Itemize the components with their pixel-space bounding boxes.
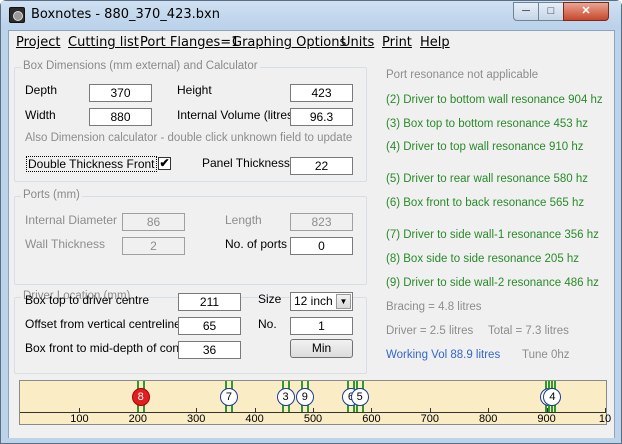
window-title: Boxnotes - 880_370_423.bxn xyxy=(31,7,220,22)
driver-count-field[interactable]: 1 xyxy=(290,317,353,335)
resonance-6: (6) Box front to back resonance 565 hz xyxy=(386,197,585,209)
port-resonance-note: Port resonance not applicable xyxy=(386,69,539,81)
marker-label: 9 xyxy=(295,388,314,406)
menu-help[interactable]: Help xyxy=(420,35,450,50)
marker-label: 5 xyxy=(350,388,369,406)
total-volume: Total = 7.3 litres xyxy=(488,325,569,337)
port-length-field: 823 xyxy=(290,213,353,231)
client-area: Project Cutting list Port Flanges=1 Grap… xyxy=(8,30,615,438)
size-select-value: 12 inch xyxy=(294,294,333,308)
ruler-tick-label: 500 xyxy=(303,413,323,425)
marker-label: 3 xyxy=(276,388,295,406)
ruler-tick-label: 400 xyxy=(245,413,264,425)
front-to-cone-field[interactable]: 36 xyxy=(178,341,241,359)
offset-label: Offset from vertical centreline xyxy=(25,317,181,331)
main-panel: Box Dimensions (mm external) and Calcula… xyxy=(9,53,614,438)
wall-thickness-label: Wall Thickness xyxy=(25,237,106,251)
width-label: Width xyxy=(25,108,56,122)
size-label: Size xyxy=(258,292,282,306)
chevron-down-icon[interactable]: ▼ xyxy=(336,294,351,309)
ports-heading: Ports (mm) xyxy=(21,189,82,201)
resonance-9: (9) Driver to side wall-2 resonance 486 … xyxy=(386,277,599,289)
height-label: Height xyxy=(177,83,212,97)
resonance-marker-4: 4 xyxy=(542,381,562,412)
resonance-marker-8: 8 xyxy=(131,381,151,412)
ruler-tick-label: 600 xyxy=(362,413,381,425)
menu-units[interactable]: Units xyxy=(341,35,374,50)
resonance-marker-3: 3 xyxy=(276,381,296,412)
bracing-volume: Bracing = 4.8 litres xyxy=(386,301,482,313)
maximize-button[interactable]: □ xyxy=(538,2,564,21)
no-label: No. xyxy=(258,317,277,331)
menu-graphing-options[interactable]: Graphing Options xyxy=(232,35,346,50)
resonance-marker-9: 9 xyxy=(295,381,315,412)
internal-volume-field[interactable]: 96.3 xyxy=(290,108,353,126)
ruler-tick-label: 800 xyxy=(479,413,498,425)
resonance-5: (5) Driver to rear wall resonance 580 hz xyxy=(386,173,588,185)
menu-cutting-list[interactable]: Cutting list xyxy=(68,35,139,50)
resonance-3: (3) Box top to bottom resonance 453 hz xyxy=(386,118,589,130)
driver-volume: Driver = 2.5 litres xyxy=(386,325,474,337)
marker-label: 7 xyxy=(219,388,238,406)
top-to-centre-label: Box top to driver centre xyxy=(25,293,150,307)
working-volume: Working Vol 88.9 litres xyxy=(386,349,501,361)
ruler-tick-label: 200 xyxy=(128,413,147,425)
resonance-2: (2) Driver to bottom wall resonance 904 … xyxy=(386,94,603,106)
resonance-8: (8) Box side to side resonance 205 hz xyxy=(386,253,580,265)
depth-label: Depth xyxy=(25,83,58,97)
menu-print[interactable]: Print xyxy=(382,35,412,50)
ruler-tick-label: 700 xyxy=(420,413,439,425)
width-field[interactable]: 880 xyxy=(89,108,152,126)
double-thickness-checkbox[interactable]: ✔ xyxy=(158,157,171,170)
top-to-centre-field[interactable]: 211 xyxy=(178,293,241,311)
min-button[interactable]: Min xyxy=(290,339,353,358)
ruler-tick-label: 900 xyxy=(537,413,556,425)
size-select[interactable]: 12 inch ▼ xyxy=(290,292,353,311)
title-bar[interactable]: Boxnotes - 880_370_423.bxn ─ □ ✕ xyxy=(1,1,621,29)
resonance-marker-5: 5 xyxy=(350,381,370,412)
double-thickness-label[interactable]: Double Thickness Front xyxy=(26,156,157,172)
num-ports-label: No. of ports xyxy=(225,237,288,251)
minimize-button[interactable]: ─ xyxy=(513,2,539,21)
internal-volume-label: Internal Volume (litres) xyxy=(177,108,298,122)
ruler-tick-label: 10 xyxy=(598,413,612,425)
panel-thickness-label: Panel Thickness xyxy=(202,156,290,170)
internal-diameter-label: Internal Diameter xyxy=(25,213,118,227)
resonance-marker-7: 7 xyxy=(219,381,239,412)
depth-field[interactable]: 370 xyxy=(89,84,152,102)
ruler-tick-label: 300 xyxy=(187,413,206,425)
ruler-tick-label: 100 xyxy=(70,413,89,425)
calculator-hint: Also Dimension calculator - double click… xyxy=(25,132,353,144)
internal-diameter-field: 86 xyxy=(122,213,185,231)
app-window: Boxnotes - 880_370_423.bxn ─ □ ✕ Project… xyxy=(0,0,622,444)
panel-thickness-field[interactable]: 22 xyxy=(290,157,353,175)
offset-field[interactable]: 65 xyxy=(178,317,241,335)
wall-thickness-field: 2 xyxy=(122,237,185,255)
height-field[interactable]: 423 xyxy=(290,84,353,102)
tune-readout: Tune 0hz xyxy=(522,349,570,361)
marker-label: 8 xyxy=(131,388,150,406)
menu-port-flanges[interactable]: Port Flanges=1 xyxy=(140,35,239,50)
box-dimensions-heading: Box Dimensions (mm external) and Calcula… xyxy=(21,60,260,72)
menu-project[interactable]: Project xyxy=(16,35,60,50)
resonance-ruler: 1002003004005006007008009001087396524 xyxy=(19,380,611,425)
marker-label: 4 xyxy=(543,388,562,406)
num-ports-field[interactable]: 0 xyxy=(290,237,353,255)
front-to-cone-label: Box front to mid-depth of cone xyxy=(25,341,186,355)
resonance-4: (4) Driver to top wall resonance 910 hz xyxy=(386,141,584,153)
menu-bar: Project Cutting list Port Flanges=1 Grap… xyxy=(9,31,614,53)
close-button[interactable]: ✕ xyxy=(563,2,609,21)
port-length-label: Length xyxy=(225,213,262,227)
resonance-7: (7) Driver to side wall-1 resonance 356 … xyxy=(386,229,599,241)
speaker-icon xyxy=(9,7,25,23)
